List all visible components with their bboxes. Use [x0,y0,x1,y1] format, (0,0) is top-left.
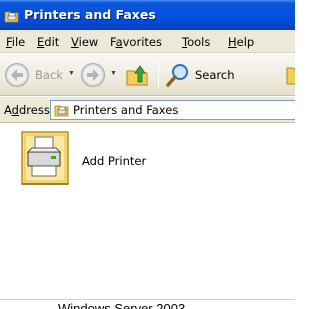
menu-favorites-accel: a [115,35,123,49]
menu-view-accel: V [71,35,79,49]
add-printer-icon [21,131,69,185]
window-title: Printers and Faxes [24,7,156,22]
folders-button[interactable] [286,60,295,90]
search-icon [166,64,188,87]
menu-file[interactable]: File [6,35,25,49]
menu-help-accel: H [228,35,237,49]
forward-button[interactable] [80,60,108,90]
printer-folder-icon [54,105,69,117]
address-label-pre: A [4,103,12,117]
up-button[interactable] [122,60,152,90]
caption-text: Windows Server 2003 [58,301,186,309]
forward-dropdown-icon[interactable]: ▼ [110,70,117,77]
printer-folder-icon [4,11,19,23]
search-button[interactable]: Search [163,60,243,90]
back-button[interactable]: Back [4,60,66,90]
menu-tools-rest: ools [187,35,211,49]
add-printer-item[interactable]: Add Printer [20,128,160,192]
menu-tools[interactable]: Tools [182,35,210,49]
address-field[interactable]: Printers and Faxes [50,100,295,120]
back-label: Back [35,68,63,82]
menu-help-rest: elp [236,35,255,49]
forward-arrow-icon [81,63,105,87]
up-folder-icon [126,65,148,86]
back-dropdown-icon[interactable]: ▼ [68,70,75,77]
menu-view-rest: iew [78,35,99,49]
folders-icon [286,67,295,85]
menu-favorites-rest: vorites [122,35,162,49]
menu-favorites[interactable]: Favorites [110,35,162,49]
folder-content: Add Printer [0,124,295,300]
menu-view[interactable]: View [71,35,98,49]
toolbar: Back ▼ ▼ Search [0,54,295,96]
address-value: Printers and Faxes [73,103,179,117]
divider [0,299,295,300]
toolbar-separator [158,62,159,88]
menu-bar: File Edit View Favorites Tools Help [0,30,295,53]
address-label-rest: dress [18,103,50,117]
address-label: Address [4,103,50,117]
explorer-window: Printers and Faxes File Edit View Favori… [0,0,295,309]
address-label-accel: d [11,103,19,117]
address-bar: Address Printers and Faxes [0,97,295,123]
title-bar[interactable]: Printers and Faxes [0,0,295,30]
menu-help[interactable]: Help [228,35,254,49]
back-arrow-icon [5,63,29,87]
add-printer-label: Add Printer [82,154,147,168]
menu-file-rest: ile [11,35,26,49]
menu-edit-rest: dit [44,35,60,49]
menu-edit[interactable]: Edit [37,35,59,49]
search-label: Search [195,68,235,82]
